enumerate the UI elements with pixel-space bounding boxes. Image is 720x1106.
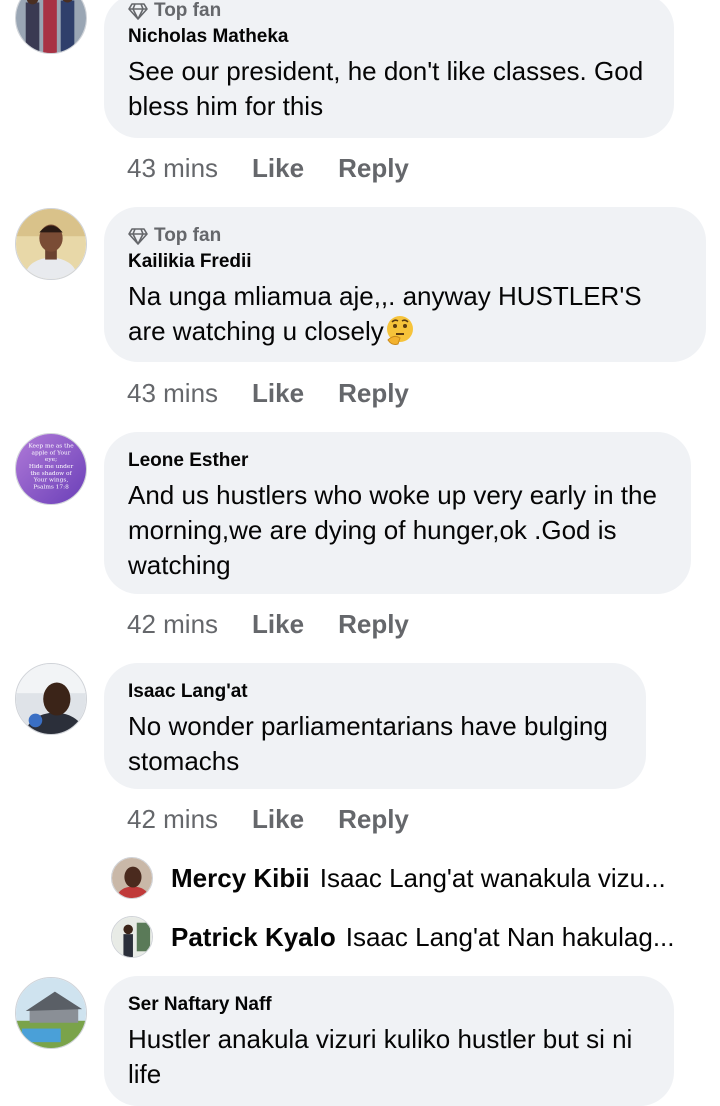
- avatar-nicholas-matheka[interactable]: [15, 0, 87, 54]
- comment-timestamp[interactable]: 43 mins: [127, 153, 218, 184]
- comment-author[interactable]: Nicholas Matheka: [128, 24, 650, 50]
- avatar-patrick-kyalo[interactable]: [111, 916, 153, 958]
- comment-author[interactable]: Kailikia Fredii: [128, 249, 682, 275]
- avatar-verse-line: apple of Your: [31, 450, 70, 456]
- avatar-isaac-langat[interactable]: [15, 663, 87, 735]
- like-button[interactable]: Like: [252, 153, 304, 184]
- comment-text: Hustler anakula vizuri kuliko hustler bu…: [128, 1024, 633, 1089]
- comment-author[interactable]: Leone Esther: [128, 448, 667, 474]
- comment-bubble[interactable]: Isaac Lang'at No wonder parliamentarians…: [104, 663, 646, 789]
- reply-text: Isaac Lang'at wanakula vizu...: [319, 862, 666, 893]
- like-button[interactable]: Like: [252, 804, 304, 835]
- comment-text: No wonder parliamentarians have bulging …: [128, 711, 608, 776]
- comment-timestamp[interactable]: 42 mins: [127, 804, 218, 835]
- comment-timestamp[interactable]: 42 mins: [127, 609, 218, 640]
- comment-actions: 42 mins Like Reply: [127, 606, 409, 642]
- top-fan-badge: Top fan: [128, 0, 650, 24]
- comment-timestamp[interactable]: 43 mins: [127, 378, 218, 409]
- reply-preview[interactable]: Patrick Kyalo Isaac Lang'at Nan hakulag.…: [111, 915, 711, 959]
- comment-bubble[interactable]: Top fan Nicholas Matheka See our preside…: [104, 0, 674, 138]
- comment-bubble[interactable]: Top fan Kailikia Fredii Na unga mliamua …: [104, 207, 706, 362]
- comment-actions: 43 mins Like Reply: [127, 375, 409, 411]
- comment-bubble[interactable]: Ser Naftary Naff Hustler anakula vizuri …: [104, 976, 674, 1106]
- avatar-verse-line: Psalms 17:8: [33, 484, 69, 490]
- reply-button[interactable]: Reply: [338, 804, 409, 835]
- comment-author[interactable]: Isaac Lang'at: [128, 679, 622, 705]
- reply-button[interactable]: Reply: [338, 378, 409, 409]
- like-button[interactable]: Like: [252, 609, 304, 640]
- avatar-ser-naftary-naff[interactable]: [15, 977, 87, 1049]
- reply-author[interactable]: Mercy Kibii: [171, 863, 310, 894]
- avatar-mercy-kibii[interactable]: [111, 857, 153, 899]
- thinking-face-icon: [386, 316, 413, 345]
- avatar-kailikia-fredii[interactable]: [15, 208, 87, 280]
- badge-label: Top fan: [154, 225, 222, 246]
- top-fan-badge: Top fan: [128, 223, 682, 249]
- reply-author[interactable]: Patrick Kyalo: [171, 922, 336, 953]
- comment-actions: 43 mins Like Reply: [127, 150, 409, 186]
- reply-preview[interactable]: Mercy Kibii Isaac Lang'at wanakula vizu.…: [111, 856, 711, 900]
- comment-text-wrap: Na unga mliamua aje,,. anyway HUSTLER'S …: [128, 279, 682, 349]
- reply-button[interactable]: Reply: [338, 609, 409, 640]
- avatar-verse-line: Your wings,: [33, 478, 69, 484]
- comment-author[interactable]: Ser Naftary Naff: [128, 992, 650, 1018]
- diamond-icon: [128, 228, 148, 245]
- comment-text: And us hustlers who woke up very early i…: [128, 480, 657, 580]
- comment-text: See our president, he don't like classes…: [128, 56, 644, 121]
- like-button[interactable]: Like: [252, 378, 304, 409]
- reply-text: Isaac Lang'at Nan hakulag...: [345, 921, 675, 952]
- avatar-verse-line: eye;: [45, 457, 57, 463]
- badge-label: Top fan: [154, 0, 222, 21]
- reply-button[interactable]: Reply: [338, 153, 409, 184]
- avatar-verse-line: Keep me as the: [28, 444, 74, 450]
- avatar-verse-line: the shadow of: [30, 471, 72, 477]
- diamond-icon: [128, 3, 148, 20]
- avatar-leone-esther[interactable]: Keep me as the apple of Your eye; Hide m…: [15, 433, 87, 505]
- avatar-verse-line: Hide me under: [29, 464, 73, 470]
- comment-bubble[interactable]: Leone Esther And us hustlers who woke up…: [104, 432, 691, 594]
- comment-actions: 42 mins Like Reply: [127, 801, 409, 837]
